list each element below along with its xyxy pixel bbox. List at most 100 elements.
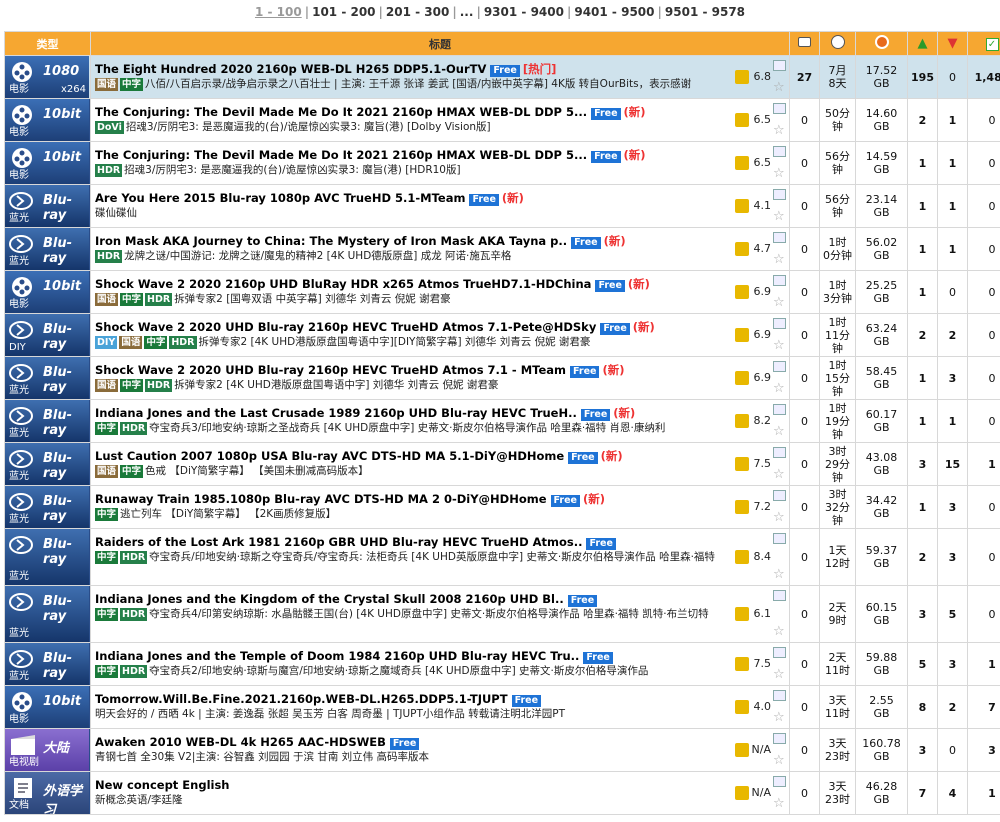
seeders-count[interactable]: 3: [907, 442, 938, 486]
download-icon[interactable]: [773, 404, 786, 415]
download-icon[interactable]: [773, 647, 786, 658]
completed-count[interactable]: 0: [967, 184, 1000, 228]
category-cell[interactable]: Blu-ray 蓝光: [4, 585, 91, 643]
pager-link[interactable]: 1 - 100: [255, 5, 302, 19]
completed-count[interactable]: 1: [967, 771, 1000, 815]
leechers-count[interactable]: 0: [937, 270, 968, 314]
comments-count[interactable]: 0: [789, 313, 820, 357]
torrent-title-link[interactable]: Tomorrow.Will.Be.Fine.2021.2160p.WEB-DL.…: [95, 692, 508, 706]
leechers-count[interactable]: 2: [937, 313, 968, 357]
seeders-count[interactable]: 1: [907, 227, 938, 271]
bookmark-star-icon[interactable]: ☆: [773, 797, 786, 810]
leechers-count[interactable]: 3: [937, 485, 968, 529]
download-icon[interactable]: [773, 146, 786, 157]
comments-count[interactable]: 27: [789, 55, 820, 99]
category-cell[interactable]: Blu-ray 蓝光: [4, 227, 91, 271]
category-cell[interactable]: Blu-ray 蓝光: [4, 184, 91, 228]
comments-count[interactable]: 0: [789, 585, 820, 643]
comments-count[interactable]: 0: [789, 399, 820, 443]
category-icon[interactable]: Blu-ray 蓝光: [5, 443, 89, 485]
torrent-title-link[interactable]: Indiana Jones and the Temple of Doom 198…: [95, 649, 579, 663]
category-icon[interactable]: 外语学习 文档: [5, 772, 89, 814]
comments-count[interactable]: 0: [789, 141, 820, 185]
completed-count[interactable]: 0: [967, 227, 1000, 271]
download-icon[interactable]: [773, 103, 786, 114]
category-icon[interactable]: Blu-ray 蓝光: [5, 357, 89, 399]
leechers-count[interactable]: 1: [937, 399, 968, 443]
torrent-title-link[interactable]: Indiana Jones and the Last Crusade 1989 …: [95, 406, 577, 420]
download-icon[interactable]: [773, 60, 786, 71]
category-icon[interactable]: Blu-ray 蓝光: [5, 529, 89, 585]
category-icon[interactable]: Blu-ray 蓝光: [5, 586, 89, 642]
completed-count[interactable]: 0: [967, 485, 1000, 529]
download-icon[interactable]: [773, 690, 786, 701]
leechers-count[interactable]: 0: [937, 55, 968, 99]
seeders-count[interactable]: 3: [907, 728, 938, 772]
category-cell[interactable]: 外语学习 文档: [4, 771, 91, 815]
torrent-title-link[interactable]: Runaway Train 1985.1080p Blu-ray AVC DTS…: [95, 492, 547, 506]
seeders-count[interactable]: 195: [907, 55, 938, 99]
download-icon[interactable]: [773, 447, 786, 458]
torrent-title-link[interactable]: Shock Wave 2 2020 2160p UHD BluRay HDR x…: [95, 277, 591, 291]
leechers-count[interactable]: 2: [937, 685, 968, 729]
category-icon[interactable]: Blu-ray 蓝光: [5, 486, 89, 528]
comments-count[interactable]: 0: [789, 642, 820, 686]
comments-count[interactable]: 0: [789, 356, 820, 400]
comments-count[interactable]: 0: [789, 442, 820, 486]
pager-link[interactable]: 101 - 200: [312, 5, 375, 19]
category-cell[interactable]: 大陆 电视剧: [4, 728, 91, 772]
comments-count[interactable]: 0: [789, 227, 820, 271]
completed-count[interactable]: 0: [967, 270, 1000, 314]
download-icon[interactable]: [773, 490, 786, 501]
completed-count[interactable]: 1: [967, 642, 1000, 686]
category-icon[interactable]: Blu-ray 蓝光: [5, 185, 89, 227]
download-icon[interactable]: [773, 733, 786, 744]
category-header[interactable]: 类型: [4, 31, 91, 56]
category-icon[interactable]: 1080 电影 x264: [5, 56, 89, 98]
comments-header[interactable]: [789, 31, 820, 56]
torrent-title-link[interactable]: Iron Mask AKA Journey to China: The Myst…: [95, 234, 567, 248]
download-icon[interactable]: [773, 361, 786, 372]
bookmark-star-icon[interactable]: ☆: [773, 425, 786, 438]
bookmark-star-icon[interactable]: ☆: [773, 468, 786, 481]
completed-header[interactable]: ✓: [967, 31, 1000, 56]
leechers-count[interactable]: 1: [937, 141, 968, 185]
torrent-title-link[interactable]: Shock Wave 2 2020 UHD Blu-ray 2160p HEVC…: [95, 320, 596, 334]
bookmark-star-icon[interactable]: ☆: [773, 124, 786, 137]
torrent-title-link[interactable]: The Eight Hundred 2020 2160p WEB-DL H265…: [95, 62, 486, 76]
comments-count[interactable]: 0: [789, 98, 820, 142]
bookmark-star-icon[interactable]: ☆: [773, 382, 786, 395]
torrent-title-link[interactable]: New concept English: [95, 778, 230, 792]
completed-count[interactable]: 0: [967, 98, 1000, 142]
torrent-title-link[interactable]: The Conjuring: The Devil Made Me Do It 2…: [95, 105, 587, 119]
seeders-header[interactable]: ▲: [907, 31, 938, 56]
category-icon[interactable]: Blu-ray 蓝光: [5, 400, 89, 442]
bookmark-star-icon[interactable]: ☆: [773, 668, 786, 681]
leechers-count[interactable]: 1: [937, 184, 968, 228]
torrent-title-link[interactable]: Raiders of the Lost Ark 1981 2160p GBR U…: [95, 535, 582, 549]
category-cell[interactable]: 10bit 电影: [4, 98, 91, 142]
bookmark-star-icon[interactable]: ☆: [773, 625, 786, 638]
seeders-count[interactable]: 5: [907, 642, 938, 686]
pager-link[interactable]: ...: [460, 5, 474, 19]
completed-count[interactable]: 1,481: [967, 55, 1000, 99]
completed-count[interactable]: 0: [967, 141, 1000, 185]
bookmark-star-icon[interactable]: ☆: [773, 511, 786, 524]
category-cell[interactable]: Blu-ray 蓝光: [4, 485, 91, 529]
category-icon[interactable]: 10bit 电影: [5, 142, 89, 184]
category-cell[interactable]: 10bit 电影: [4, 270, 91, 314]
leechers-count[interactable]: 4: [937, 771, 968, 815]
leechers-count[interactable]: 15: [937, 442, 968, 486]
bookmark-star-icon[interactable]: ☆: [773, 711, 786, 724]
seeders-count[interactable]: 8: [907, 685, 938, 729]
seeders-count[interactable]: 2: [907, 528, 938, 586]
category-cell[interactable]: Blu-ray DIY: [4, 313, 91, 357]
torrent-title-link[interactable]: The Conjuring: The Devil Made Me Do It 2…: [95, 148, 587, 162]
seeders-count[interactable]: 3: [907, 585, 938, 643]
category-icon[interactable]: 10bit 电影: [5, 686, 89, 728]
category-icon[interactable]: Blu-ray 蓝光: [5, 643, 89, 685]
download-icon[interactable]: [773, 275, 786, 286]
comments-count[interactable]: 0: [789, 528, 820, 586]
completed-count[interactable]: 0: [967, 528, 1000, 586]
category-cell[interactable]: 10bit 电影: [4, 141, 91, 185]
